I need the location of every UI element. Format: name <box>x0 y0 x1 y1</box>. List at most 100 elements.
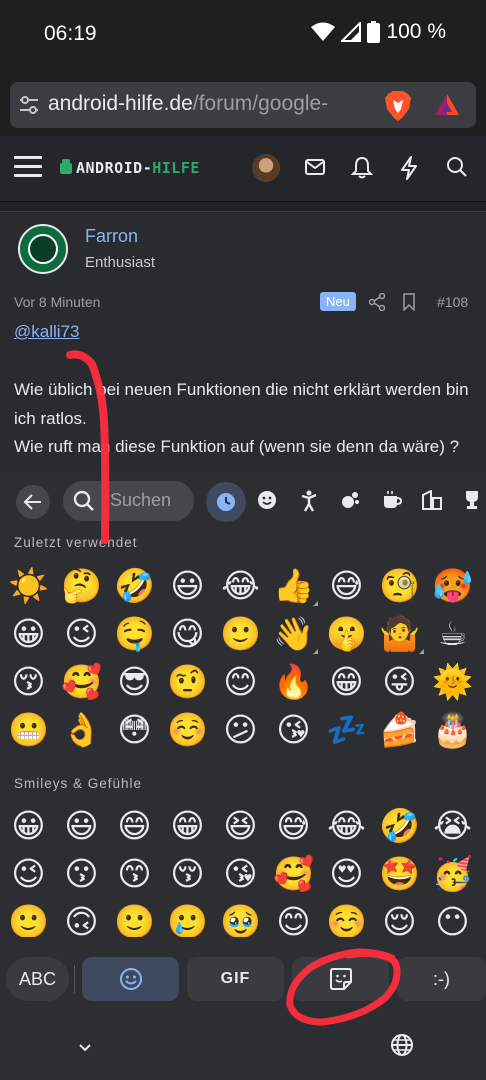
emoji-key[interactable]: 😋 <box>161 609 214 657</box>
emoji-key[interactable]: 😉 <box>55 609 108 657</box>
post-number[interactable]: #108 <box>437 294 468 310</box>
recent-emoji-grid: ☀️ 🤔 🤣 😃 😂 👍 😅 🧐 🥵 😀 😉 🤤 😋 🙂 👋 🤫 🤷 ☕ 😚 🥰 😎 🤨 😊 🔥 😁 😜 🌞 😬 👌 😳 ☺️ 😕 😘 💤 🍰 🎂 <box>2 561 486 753</box>
tab-emoji[interactable] <box>82 957 179 1001</box>
site-logo[interactable]: ANDROID-HILFE <box>60 159 200 177</box>
forum-post: Farron Enthusiast Vor 8 Minuten Neu #108… <box>0 211 486 481</box>
chevron-down-icon[interactable] <box>75 1037 95 1057</box>
recent-icon <box>217 493 235 511</box>
emoji-key[interactable]: 😃 <box>55 801 108 849</box>
emoji-key[interactable]: 🔥 <box>267 657 320 705</box>
mail-icon[interactable] <box>304 156 326 178</box>
emoji-key[interactable]: 😘 <box>214 849 267 897</box>
author-avatar[interactable] <box>18 224 68 274</box>
emoji-key[interactable]: 🤔 <box>55 561 108 609</box>
emoji-key[interactable]: 😘 <box>267 705 320 753</box>
category-recent[interactable] <box>206 482 246 522</box>
emoji-key[interactable]: 😬 <box>2 705 55 753</box>
emoji-key[interactable]: 🙂 <box>214 609 267 657</box>
emoji-key[interactable]: 🤣 <box>373 801 426 849</box>
avatar[interactable] <box>252 154 280 182</box>
emoji-key[interactable]: 😙 <box>108 849 161 897</box>
bookmark-icon[interactable] <box>402 293 416 311</box>
activities-icon[interactable] <box>462 490 482 510</box>
emoji-key[interactable]: 💤 <box>320 705 373 753</box>
post-time[interactable]: Vor 8 Minuten <box>14 294 100 310</box>
emoji-key[interactable]: 😭 <box>426 801 479 849</box>
emoji-key[interactable]: 😚 <box>161 849 214 897</box>
emoji-key[interactable]: 🤤 <box>108 609 161 657</box>
food-icon[interactable] <box>382 490 402 510</box>
emoji-key[interactable]: 🥵 <box>426 561 479 609</box>
animals-icon[interactable] <box>340 490 360 510</box>
tab-gif[interactable]: GIF <box>187 957 284 1001</box>
emoji-key[interactable]: 😚 <box>2 657 55 705</box>
globe-icon[interactable] <box>390 1033 414 1057</box>
emoji-key[interactable]: 🧐 <box>373 561 426 609</box>
emoji-key[interactable]: 🤣 <box>108 561 161 609</box>
travel-icon[interactable] <box>422 490 442 510</box>
emoji-key[interactable]: 😁 <box>161 801 214 849</box>
abc-button[interactable]: ABC <box>6 957 69 1001</box>
emoji-key[interactable]: 😀 <box>2 801 55 849</box>
search-icon[interactable] <box>446 156 468 178</box>
emoji-key[interactable]: 😉 <box>2 849 55 897</box>
emoji-key[interactable]: 😂 <box>320 801 373 849</box>
emoji-key[interactable]: 😕 <box>214 705 267 753</box>
emoji-key[interactable]: ☀️ <box>2 561 55 609</box>
bell-icon[interactable] <box>351 156 373 180</box>
emoji-key[interactable]: 👋 <box>267 609 320 657</box>
emoji-key[interactable]: 😜 <box>373 657 426 705</box>
emoji-key[interactable]: 🎂 <box>426 705 479 753</box>
emoji-key[interactable]: 😍 <box>320 849 373 897</box>
emoji-key[interactable]: 😄 <box>108 801 161 849</box>
emoji-key[interactable]: 🤩 <box>373 849 426 897</box>
smileys-icon[interactable] <box>257 490 277 510</box>
emoji-search-input[interactable]: Suchen <box>63 481 194 521</box>
emoji-key[interactable]: ☺️ <box>161 705 214 753</box>
emoji-key[interactable]: 😳 <box>108 705 161 753</box>
emoji-key[interactable]: 😀 <box>2 609 55 657</box>
logo-text-part1: ANDROID- <box>76 159 153 177</box>
emoji-key[interactable]: 😅 <box>267 801 320 849</box>
emoji-key[interactable]: 😂 <box>214 561 267 609</box>
emoji-key[interactable]: 🤨 <box>161 657 214 705</box>
tab-sticker[interactable] <box>292 957 389 1001</box>
site-header: ANDROID-HILFE <box>0 136 486 202</box>
menu-icon[interactable] <box>14 156 42 180</box>
author-name[interactable]: Farron <box>85 226 138 247</box>
post-body: Wie üblich bei neuen Funktionen die nich… <box>14 380 469 456</box>
brave-rewards-icon[interactable] <box>434 92 460 118</box>
emoji-key[interactable]: ☕ <box>426 609 479 657</box>
emoji-key[interactable]: 😅 <box>320 561 373 609</box>
emoji-search-placeholder: Suchen <box>110 490 172 510</box>
emoji-key[interactable]: 😆 <box>214 801 267 849</box>
emoji-key[interactable]: 🍰 <box>373 705 426 753</box>
people-icon[interactable] <box>300 490 318 512</box>
tune-icon[interactable] <box>18 94 40 116</box>
emoji-key[interactable]: 😃 <box>161 561 214 609</box>
emoji-tab-icon <box>119 968 142 990</box>
arrow-left-icon <box>23 494 41 510</box>
navigation-bar <box>0 1017 486 1080</box>
emoji-key[interactable]: 🥰 <box>267 849 320 897</box>
emoji-key[interactable]: 👍 <box>267 561 320 609</box>
emoji-key[interactable]: 😎 <box>108 657 161 705</box>
back-button[interactable] <box>16 485 50 519</box>
emoji-key[interactable]: 🥰 <box>55 657 108 705</box>
url-bar[interactable]: android-hilfe.de/forum/google- <box>10 82 476 128</box>
emoji-key[interactable]: 🤷 <box>373 609 426 657</box>
emoji-key[interactable]: 😁 <box>320 657 373 705</box>
emoji-key[interactable]: 🥳 <box>426 849 479 897</box>
emoji-key[interactable]: 👌 <box>55 705 108 753</box>
share-icon[interactable] <box>369 293 385 311</box>
emoji-key[interactable]: 🤫 <box>320 609 373 657</box>
emoji-key[interactable]: 😗 <box>55 849 108 897</box>
new-badge: Neu <box>320 292 356 311</box>
mention-link[interactable]: @kalli73 <box>14 322 79 342</box>
emoji-key[interactable]: 🌞 <box>426 657 479 705</box>
emoji-key[interactable]: 😊 <box>214 657 267 705</box>
url-text[interactable]: android-hilfe.de/forum/google- <box>48 92 378 116</box>
tab-emoticon[interactable]: :-) <box>397 957 486 1001</box>
brave-lion-icon[interactable] <box>384 91 412 121</box>
bolt-icon[interactable] <box>399 156 419 180</box>
